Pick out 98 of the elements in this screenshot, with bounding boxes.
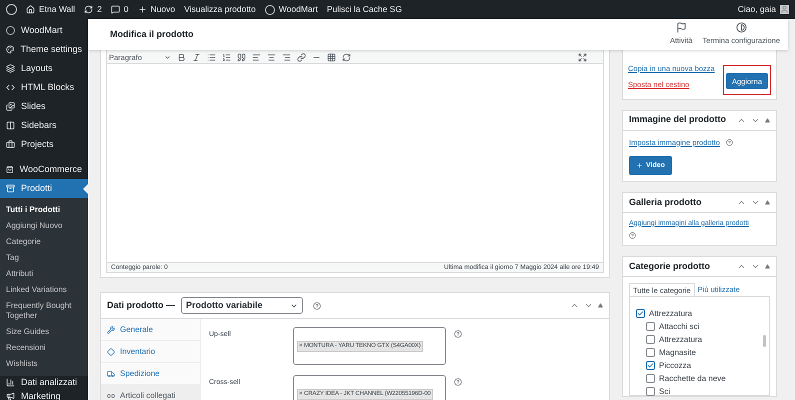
half-circle-icon xyxy=(736,22,747,34)
move-down-icon[interactable] xyxy=(584,301,593,310)
panel-title: Dati prodotto — xyxy=(107,298,175,312)
menu-item[interactable]: Sidebars xyxy=(0,116,88,135)
page-title: Modifica il prodotto xyxy=(110,28,194,41)
checkbox[interactable] xyxy=(636,309,645,318)
category-label: Attacchi sci xyxy=(659,320,700,333)
plus-icon xyxy=(636,162,643,169)
caret-icon xyxy=(164,54,171,61)
menu-item[interactable]: Prodotti xyxy=(0,179,88,198)
menu-item[interactable]: Slides xyxy=(0,97,88,116)
submenu-item[interactable]: Attributi xyxy=(0,266,88,282)
submenu-item[interactable]: Tag xyxy=(0,250,88,266)
megaphone-icon xyxy=(6,392,15,400)
avatar-icon xyxy=(780,5,789,14)
panel-title: Galleria prodotto xyxy=(629,196,702,209)
collapse-icon[interactable] xyxy=(765,200,770,205)
italic-icon[interactable] xyxy=(192,53,201,62)
menu-item[interactable]: Projects xyxy=(0,135,88,154)
checkbox[interactable] xyxy=(646,322,655,332)
menu-item[interactable]: Theme settings xyxy=(0,40,88,59)
bar-chart-icon xyxy=(6,378,15,388)
category-label: Attrezzatura xyxy=(659,334,702,346)
link-icon[interactable] xyxy=(297,53,306,62)
category-label: Piccozza xyxy=(659,360,692,372)
submenu-item[interactable]: Tutti i Prodotti xyxy=(0,202,88,218)
move-up-icon[interactable] xyxy=(570,301,579,310)
category-label: Attrezzatura xyxy=(649,308,692,320)
category-label: Magnasite xyxy=(659,346,696,359)
scrollbar-thumb[interactable] xyxy=(763,335,766,348)
submenu-item[interactable]: Frequently Bought Together xyxy=(0,298,88,324)
product-data-tab[interactable]: Articoli collegati xyxy=(101,385,200,400)
wrench-icon xyxy=(107,326,115,334)
admin-bar-item[interactable]: Pulisci la Cache SG xyxy=(326,3,402,16)
bold-icon[interactable] xyxy=(177,53,186,62)
collapse-icon[interactable] xyxy=(765,118,770,122)
submenu-item[interactable]: Categorie xyxy=(0,234,88,250)
help-icon xyxy=(454,330,462,338)
bullet-list-icon[interactable] xyxy=(207,53,216,62)
numbered-list-icon[interactable] xyxy=(222,53,231,62)
help-icon xyxy=(454,378,462,386)
diamond-icon xyxy=(107,348,115,356)
plus-icon xyxy=(138,5,147,14)
checkbox[interactable] xyxy=(646,374,655,384)
admin-bar-item[interactable]: 0 xyxy=(110,3,129,16)
panel-title: Immagine del prodotto xyxy=(629,113,726,126)
menu-item[interactable]: HTML Blocks xyxy=(0,78,88,97)
product-type-select[interactable]: Prodotto variabile xyxy=(181,297,303,314)
checkbox[interactable] xyxy=(646,335,655,344)
collapse-icon[interactable] xyxy=(598,303,603,308)
admin-bar-item[interactable]: Nuovo xyxy=(138,3,176,16)
submenu-item[interactable]: Wishlists xyxy=(0,356,88,372)
align-left-icon[interactable] xyxy=(252,53,261,62)
menu-item[interactable]: Dati analizzati xyxy=(0,376,88,390)
quote-icon[interactable] xyxy=(237,53,246,62)
help-icon xyxy=(313,302,321,310)
menu-item[interactable]: WoodMart xyxy=(0,21,88,40)
images-icon xyxy=(6,102,15,111)
align-right-icon[interactable] xyxy=(282,53,291,62)
refresh-icon xyxy=(84,5,94,14)
admin-bar-item[interactable]: WoodMart xyxy=(264,3,318,16)
admin-bar-item[interactable]: Visualizza prodotto xyxy=(184,3,256,16)
columns-icon xyxy=(6,121,15,130)
category-label: Racchette da neve xyxy=(659,372,726,385)
truck-icon xyxy=(107,370,115,378)
code-block-icon xyxy=(6,83,15,92)
comment-icon xyxy=(110,5,120,14)
category-label: Sci xyxy=(659,386,670,398)
link-icon xyxy=(107,392,115,400)
collapse-icon[interactable] xyxy=(765,264,770,270)
fullscreen-icon[interactable] xyxy=(578,53,587,62)
submenu-item[interactable]: Aggiungi Nuovo xyxy=(0,218,88,234)
greeting-link[interactable]: Ciao, gaia xyxy=(738,3,789,16)
product-data-tab[interactable]: Inventario xyxy=(101,341,200,363)
admin-bar-item[interactable]: Etna Wall xyxy=(26,3,76,16)
checkbox[interactable] xyxy=(646,387,655,396)
product-data-tab[interactable]: Generale xyxy=(101,319,200,341)
submenu-item[interactable]: Linked Variations xyxy=(0,282,88,298)
menu-item[interactable]: WooCommerce xyxy=(0,160,88,179)
submenu-item[interactable]: Recensioni xyxy=(0,340,88,356)
home-icon xyxy=(26,5,35,14)
help-icon xyxy=(726,138,733,146)
menu-item[interactable]: Marketing xyxy=(0,390,88,400)
admin-bar-item[interactable]: 2 xyxy=(84,3,102,16)
bag-icon xyxy=(6,165,14,174)
refresh-icon[interactable] xyxy=(342,53,351,62)
align-center-icon[interactable] xyxy=(267,53,276,62)
briefcase-icon xyxy=(6,140,15,149)
checkbox[interactable] xyxy=(646,348,655,358)
box-icon xyxy=(6,184,15,193)
menu-item[interactable]: Layouts xyxy=(0,59,88,78)
submenu-item[interactable]: Size Guides xyxy=(0,324,88,340)
help-icon xyxy=(629,232,636,240)
panel-title: Categorie prodotto xyxy=(629,260,710,273)
flag-icon xyxy=(676,22,687,34)
grid-icon[interactable] xyxy=(327,53,336,62)
checkbox[interactable] xyxy=(646,361,655,370)
layers-icon xyxy=(6,64,15,73)
